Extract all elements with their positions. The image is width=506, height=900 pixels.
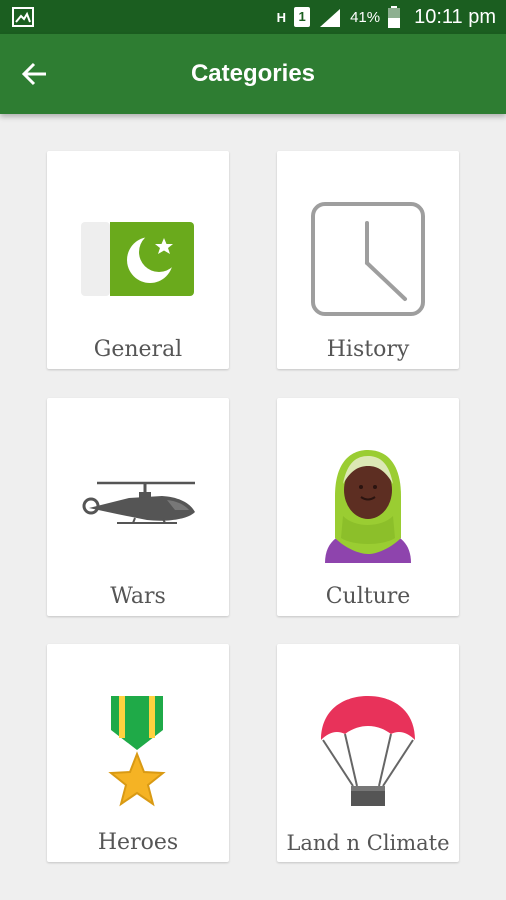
category-card-culture[interactable]: Culture xyxy=(277,398,459,616)
category-card-heroes[interactable]: Heroes xyxy=(47,644,229,862)
woman-hijab-icon xyxy=(325,450,411,563)
category-label: Heroes xyxy=(97,830,179,855)
category-label: Culture xyxy=(325,584,411,609)
category-card-land-n-climate[interactable]: Land n Climate xyxy=(277,644,459,862)
category-label: Land n Climate xyxy=(286,831,450,855)
category-label: General xyxy=(93,337,183,362)
category-label: Wars xyxy=(110,584,166,609)
pakistan-flag-icon xyxy=(81,222,194,296)
category-card-wars[interactable]: Wars xyxy=(47,398,229,616)
category-card-history[interactable]: History xyxy=(277,151,459,369)
category-grid: General History Wars Culture Heroes Land… xyxy=(0,0,506,900)
clock-icon xyxy=(311,202,425,316)
parachute-icon xyxy=(321,690,415,806)
category-card-general[interactable]: General xyxy=(47,151,229,369)
helicopter-icon xyxy=(82,481,195,524)
category-label: History xyxy=(326,337,410,362)
medal-icon xyxy=(108,696,166,807)
